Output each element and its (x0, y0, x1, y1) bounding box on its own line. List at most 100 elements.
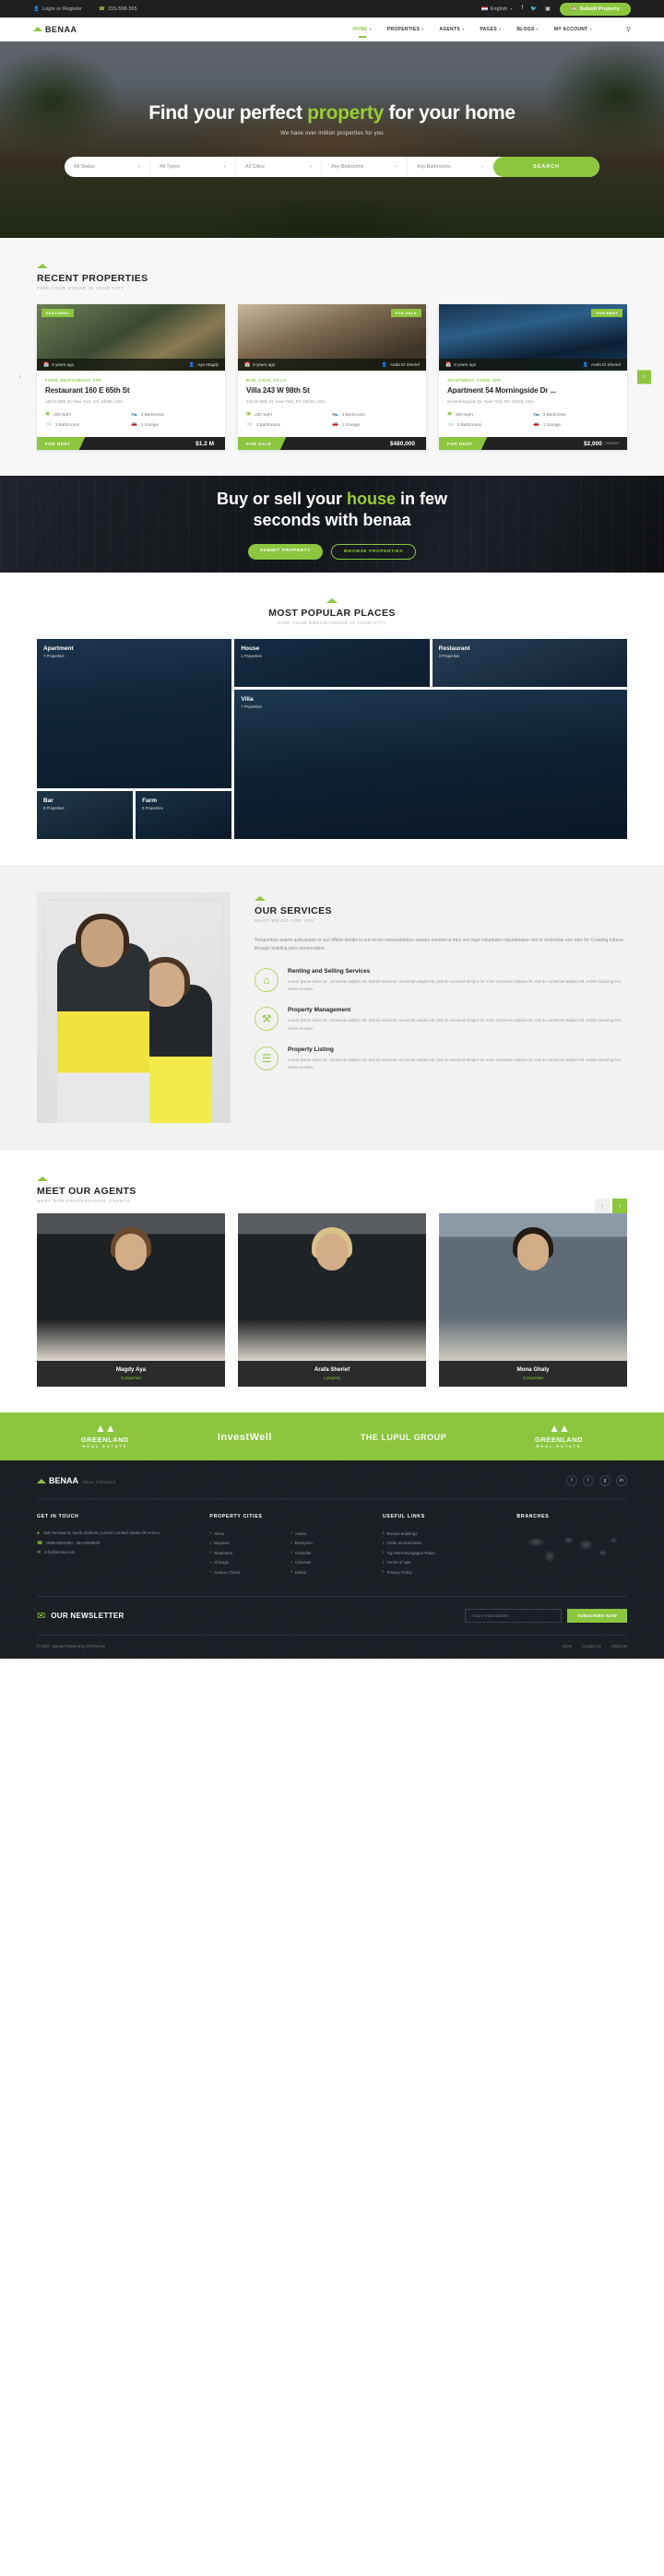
nav-item-home[interactable]: HOME ▾ (352, 27, 372, 32)
footer-city-link[interactable]: Bradenton (209, 1548, 278, 1558)
footer-useful-link[interactable]: Privacy Policy (383, 1567, 493, 1578)
property-time: 8 years ago (454, 362, 477, 367)
footer-city-link[interactable]: Chicago (209, 1558, 278, 1568)
property-card[interactable]: FEATURED 📅 8 years ago 👤 Aya Magdy FARM, R… (37, 304, 225, 450)
agent-card[interactable]: Arafa Sherief 1 property (238, 1213, 426, 1387)
phone-item[interactable]: ☎ 215-598-365 (99, 6, 137, 12)
search-bathrooms-select[interactable]: Any Bathrooms ▾ (408, 157, 493, 177)
footer-city-link[interactable]: Chandler (290, 1548, 359, 1558)
newsletter-subscribe-button[interactable]: SUBSCRIBE NOW (566, 1608, 627, 1623)
nav-item-my-account[interactable]: MY ACCOUNT ▾ (554, 27, 592, 32)
property-card[interactable]: FOR RENT 📅 8 years ago 👤 Arafa El Sherief … (439, 304, 627, 450)
footer-phone-row[interactable]: ☎ 0596-5461050 - 254-6008800 (37, 1539, 185, 1549)
cta-submit-property-button[interactable]: SUBMIT PROPERTY (247, 544, 324, 561)
chevron-down-icon: ▾ (589, 27, 592, 31)
brand-logo-lupul-group[interactable]: THE LUPUL GROUP (361, 1431, 446, 1442)
facebook-icon[interactable]: f (522, 6, 524, 12)
search-icon[interactable]: ⚲ (626, 26, 631, 33)
footer-city-link[interactable]: Brampton (290, 1539, 359, 1549)
footer-bottom-link-contact[interactable]: Contact Us (582, 1644, 601, 1648)
place-tile-apartment[interactable]: Apartment 7 Properties (37, 639, 232, 788)
agent-card[interactable]: Magdy Aya 0 properties (37, 1213, 225, 1387)
property-title[interactable]: Villa 243 W 98th St (246, 386, 418, 395)
property-title[interactable]: Apartment 54 Morningside Dr ... (447, 386, 619, 395)
search-types-select[interactable]: All Types ▾ (150, 157, 236, 177)
agent-photo (439, 1213, 627, 1361)
footer-useful-link[interactable]: Terms of sale (383, 1558, 493, 1568)
search-status-select[interactable]: All Status ▾ (65, 157, 150, 177)
carousel-prev-button[interactable]: ‹ (13, 370, 27, 384)
place-tile-restaurant[interactable]: Restaurant 3 Properties (432, 639, 627, 687)
rent-badge: FOR RENT (591, 309, 622, 317)
footer-bottom-links: Home Contact Us About Us (562, 1644, 627, 1648)
submit-property-button[interactable]: 🏠 Submit Property (559, 2, 631, 16)
brand-logo-investwell[interactable]: InvestWell (218, 1430, 272, 1443)
search-bedrooms-select[interactable]: Any Bedrooms ▾ (322, 157, 408, 177)
footer-city-link[interactable]: Austin (290, 1529, 359, 1539)
place-tile-bar[interactable]: Bar 5 Properties (37, 791, 134, 839)
home-icon: ⌂ (255, 967, 279, 992)
facebook-icon[interactable]: f (566, 1475, 577, 1486)
footer-useful-link[interactable]: Order an Estimates (383, 1539, 493, 1549)
footer-bottom-link-about[interactable]: About Us (611, 1644, 627, 1648)
hero-section: Find your perfect property for your home… (0, 41, 664, 238)
nav-item-agents[interactable]: AGENTS ▾ (439, 27, 464, 32)
footer-city-link[interactable]: Corpus Christi (209, 1567, 278, 1578)
login-register-link[interactable]: 👤 Login or Register (33, 6, 82, 12)
calendar-icon: 📅 (43, 361, 50, 368)
nav-item-blogs[interactable]: BLOGS ▾ (516, 27, 539, 32)
footer-socials: f t g in (566, 1475, 627, 1486)
property-card[interactable]: FOR SALE 📅 8 years ago 👤 Arafa El Sherief … (238, 304, 426, 450)
place-tile-villa[interactable]: Villa 7 Properties (234, 690, 627, 839)
service-item[interactable]: ⚒ Property Management Lorem ipsum dolor … (255, 1007, 627, 1033)
property-title[interactable]: Restaurant 160 E 65th St (45, 386, 217, 395)
newsletter-email-input[interactable]: Your e-mail address (464, 1608, 562, 1623)
footer-useful-link[interactable]: Rooms Buildings (383, 1529, 493, 1539)
footer-bottom-link-home[interactable]: Home (562, 1644, 572, 1648)
footer-city-link[interactable]: Baytown (209, 1539, 278, 1549)
agent-card[interactable]: Mona Ghaly 2 properties (439, 1213, 627, 1387)
property-bathrooms: 3 Bathrooms (54, 421, 79, 427)
language-selector[interactable]: English ▾ (480, 6, 513, 12)
google-icon[interactable]: g (599, 1475, 611, 1486)
service-item[interactable]: ☰ Property Listing Lorem ipsum dolor sit… (255, 1046, 627, 1072)
footer-city-link[interactable]: Dallas (290, 1567, 359, 1578)
footer-email-row[interactable]: ✉ info@benaa.com (37, 1548, 185, 1558)
property-features: ▣ 230 SqFt 🛌 4 Bedrooms 🛁 4 Bathrooms 🚗 1 Ga… (246, 411, 418, 431)
place-tile-house[interactable]: House 1 Properties (234, 639, 430, 687)
search-cities-select[interactable]: All Cities ▾ (236, 157, 322, 177)
carousel-next-button[interactable]: › (637, 370, 651, 384)
cta-browse-properties-button[interactable]: BROWSE PROPERTIES (331, 544, 417, 561)
instagram-icon[interactable]: ▣ (545, 6, 551, 12)
agents-prev-button[interactable]: ‹ (595, 1199, 610, 1213)
twitter-icon[interactable]: t (583, 1475, 594, 1486)
agents-next-button[interactable]: › (612, 1199, 627, 1213)
footer-useful-link[interactable]: Top Rent Mortgages Rates (383, 1548, 493, 1558)
place-tile-farm[interactable]: Farm 5 Properties (136, 791, 232, 839)
footer-city-link[interactable]: Coleman (290, 1558, 359, 1568)
site-logo[interactable]: BENAA (33, 25, 77, 34)
nav-item-pages[interactable]: PAGES ▾ (480, 27, 501, 32)
nav-item-properties-label: PROPERTIES (386, 26, 421, 32)
property-footer: FOR RENT $1.2 M (37, 437, 225, 450)
property-meta: 📅 8 years ago 👤 Aya Magdy (37, 359, 225, 371)
footer-city-link[interactable]: Africa (209, 1529, 278, 1539)
twitter-icon[interactable]: 🐦 (530, 6, 538, 12)
service-item[interactable]: ⌂ Renting and Selling Services Lorem ips… (255, 967, 627, 994)
footer-address: 360 Hemaat St, North Gubrout, London, Un… (43, 1530, 161, 1535)
property-image: FEATURED 📅 8 years ago 👤 Aya Magdy (37, 304, 225, 371)
phone-icon: ☎ (98, 6, 106, 12)
nav-item-properties[interactable]: PROPERTIES ▾ (387, 27, 424, 32)
linkedin-icon[interactable]: in (616, 1475, 627, 1486)
footer-logo[interactable]: BENAA REAL ESTATES (37, 1476, 116, 1485)
brand-logo-greenland[interactable]: ▲▲ GREENLAND REAL ESTATE (81, 1423, 129, 1448)
agent-info: Arafa Sherief 1 property (238, 1361, 426, 1387)
cta-line1-highlight: house (347, 489, 397, 508)
property-time: 8 years ago (253, 362, 276, 367)
search-cities-value: All Cities (245, 164, 265, 170)
chevron-down-icon: ▾ (462, 27, 465, 31)
search-button[interactable]: SEARCH (493, 157, 599, 177)
site-footer: BENAA REAL ESTATES f t g in GET IN TOUCH… (0, 1460, 664, 1659)
brand-logo-greenland-2[interactable]: ▲▲ GREENLAND REAL ESTATE (535, 1423, 583, 1448)
chevron-down-icon: ▾ (499, 27, 502, 31)
